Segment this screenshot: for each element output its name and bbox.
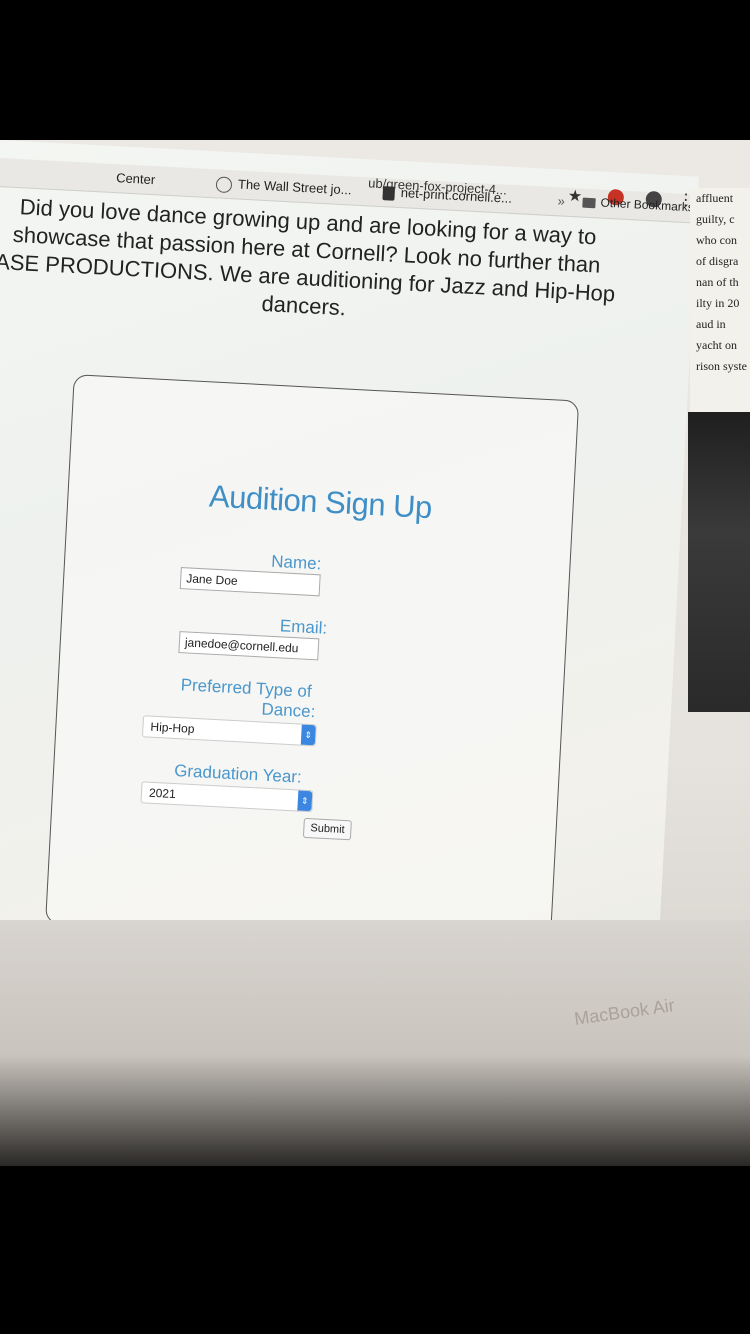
background-newspaper: affluent guilty, c who con of disgra nan… (690, 188, 750, 448)
newspaper-line: rison syste (696, 359, 747, 373)
name-label: Name: (270, 551, 322, 574)
netprint-icon (382, 185, 396, 201)
newspaper-line: yacht on (696, 338, 737, 352)
email-label: Email: (279, 616, 328, 638)
dance-label: Preferred Type of (180, 675, 313, 702)
graduation-year-value: 2021 (148, 785, 177, 802)
bookmarks-overflow-icon[interactable]: » (557, 193, 565, 208)
folder-icon (582, 197, 596, 209)
bookmark-center[interactable]: Center (116, 170, 156, 187)
newspaper-line: affluent (696, 191, 734, 205)
dance-type-value: Hip-Hop (150, 719, 195, 736)
bookmark-wsj[interactable]: The Wall Street jo... (215, 175, 352, 199)
newspaper-line: who con (696, 233, 737, 247)
form-title: Audition Sign Up (208, 478, 433, 526)
photo-area: ub/green-fox-project-4... ★ ⋮ Center The… (0, 140, 750, 1166)
newspaper-photo (688, 412, 750, 712)
newspaper-line: aud in (696, 317, 726, 331)
audition-form-card: Audition Sign Up Name: Jane Doe Email: j… (45, 374, 580, 950)
dance-label-cont: Dance: (261, 699, 316, 722)
laptop-bezel (0, 920, 750, 1166)
newspaper-line: of disgra (696, 254, 739, 268)
newspaper-line: ilty in 20 (696, 296, 740, 310)
newspaper-line: guilty, c (696, 212, 735, 226)
submit-button[interactable]: Submit (302, 817, 353, 841)
select-arrows-icon: ⇕ (300, 724, 316, 746)
select-arrows-icon: ⇕ (297, 790, 313, 812)
bookmark-label: The Wall Street jo... (237, 176, 352, 198)
star-icon[interactable]: ★ (567, 186, 582, 207)
wsj-icon (215, 175, 233, 193)
newspaper-line: nan of th (696, 275, 739, 289)
